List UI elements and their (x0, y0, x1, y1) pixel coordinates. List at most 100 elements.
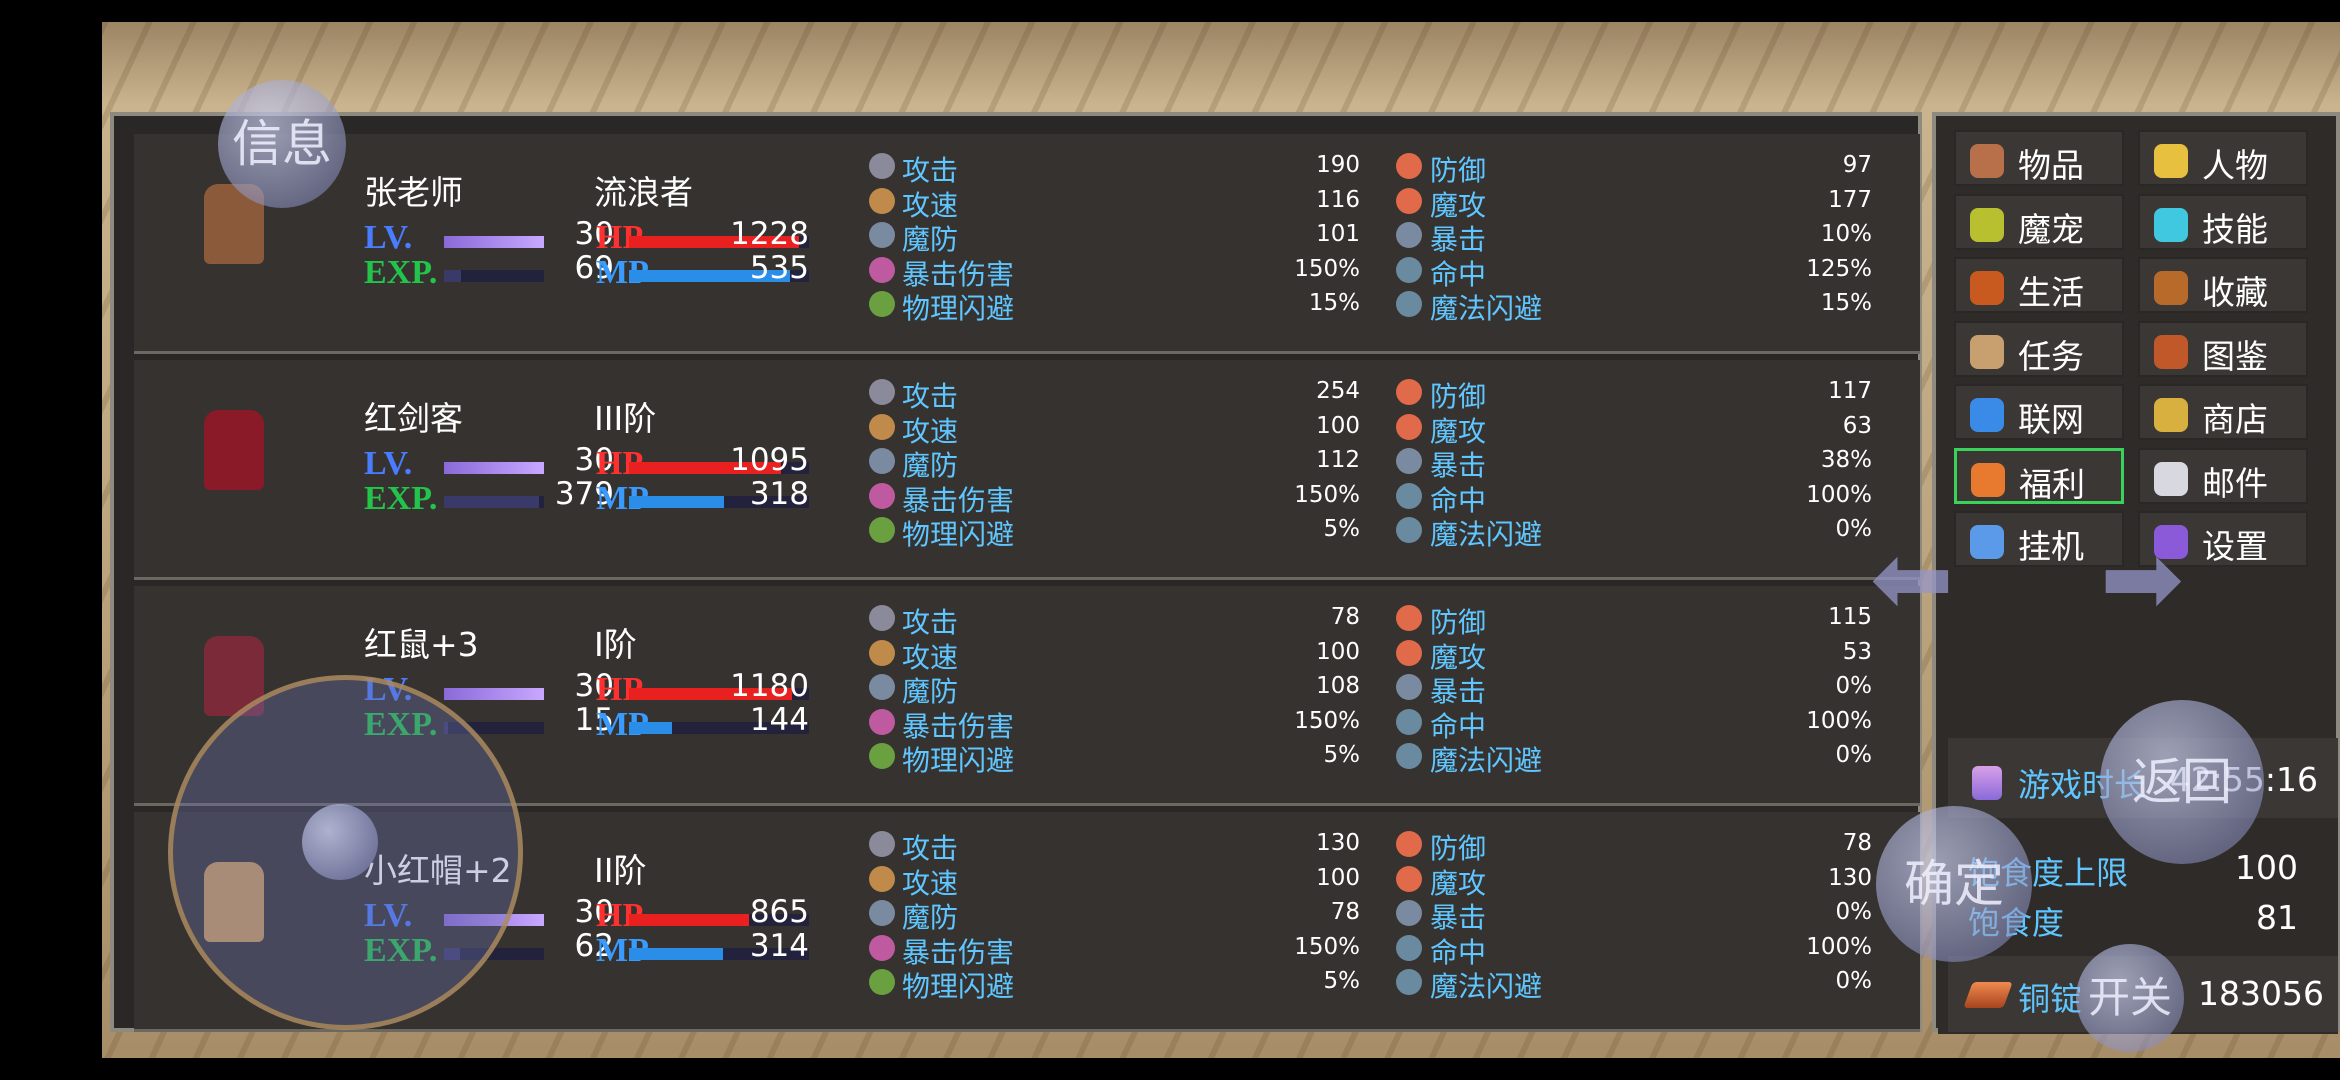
character-row[interactable]: 红剑客 III阶 LV. 30 EXP. 379 HP 1095 MP 318 攻击 254 攻速 100… (134, 360, 1920, 580)
stat-value-def: 78 (1842, 830, 1872, 856)
stat-value-mdef: 101 (1316, 221, 1360, 247)
mdef-icon (869, 448, 895, 474)
hit-icon (1396, 708, 1422, 735)
stat-value-aspd: 100 (1316, 638, 1360, 665)
scroll-icon (1970, 334, 2004, 369)
stat-value-pevade: 5% (1323, 516, 1361, 542)
menu-button-mail[interactable]: 邮件 (2138, 447, 2308, 504)
stat-value-matk: 130 (1828, 864, 1872, 891)
stat-value-crit: 0% (1835, 899, 1873, 925)
stat-value-hit: 100% (1806, 707, 1872, 734)
exp-label: EXP. (364, 480, 438, 517)
menu-button-helmet[interactable]: 人物 (2138, 130, 2308, 186)
book-icon (2154, 271, 2188, 305)
stat-value-aspd: 100 (1316, 412, 1360, 439)
atk-icon (869, 379, 895, 405)
stat-value-atk: 190 (1316, 152, 1360, 178)
stat-value-pevade: 15% (1308, 290, 1360, 316)
mdef-icon (869, 900, 895, 926)
menu-button-idle[interactable]: 挂机 (1954, 511, 2124, 567)
stat-label-pevade: 物理闪避 (902, 970, 1015, 1003)
back-button-label: 返回 (2132, 753, 2232, 811)
character-class: I阶 (594, 625, 637, 664)
character-name: 张老师 (364, 173, 463, 212)
info-button[interactable]: 信息 (218, 80, 346, 208)
mp-value: 318 (749, 476, 809, 512)
mevade-icon (1396, 969, 1422, 995)
stat-value-atk: 78 (1330, 604, 1360, 630)
stat-value-hit: 125% (1806, 255, 1872, 282)
hp-value: 865 (749, 894, 809, 930)
next-page-arrow[interactable]: ➡ (2100, 520, 2184, 637)
mp-bar-fill (629, 722, 673, 734)
matk-icon (1396, 639, 1422, 666)
menu-button-label: 物品 (2018, 146, 2084, 185)
exp-label: EXP. (364, 254, 438, 291)
stat-value-crit: 10% (1820, 221, 1872, 247)
stat-value-mdef: 112 (1316, 447, 1360, 473)
character-class: 流浪者 (594, 173, 693, 212)
prev-page-arrow[interactable]: ⬅ (1870, 520, 1954, 637)
character-portrait (204, 410, 264, 490)
stat-value-matk: 53 (1842, 638, 1872, 665)
stat-value-mevade: 0% (1835, 742, 1873, 768)
menu-button-label: 魔宠 (2018, 209, 2084, 249)
stat-value-critdmg: 150% (1294, 933, 1360, 960)
menu-button-label: 商店 (2202, 400, 2268, 439)
menu-button-egg[interactable]: 魔宠 (1954, 193, 2124, 250)
stat-value-crit: 38% (1820, 447, 1872, 473)
def-icon (1396, 605, 1422, 631)
mp-value: 535 (749, 250, 809, 286)
critdmg-icon (869, 934, 895, 961)
mp-value: 314 (749, 928, 809, 964)
mp-value: 144 (749, 702, 809, 738)
character-row[interactable]: 张老师 流浪者 LV. 30 EXP. 69 HP 1228 MP 535 攻击 190 攻速 116 魔防… (134, 134, 1920, 354)
back-button[interactable]: 返回 (2100, 700, 2264, 864)
stat-label-pevade: 物理闪避 (902, 744, 1015, 777)
hp-value: 1180 (730, 668, 809, 704)
lv-label: LV. (364, 445, 413, 482)
menu-button-shop[interactable]: 商店 (2138, 384, 2308, 440)
stat-label-pevade: 物理闪避 (902, 518, 1015, 551)
stat-label-mevade: 魔法闪避 (1430, 292, 1543, 325)
confirm-button[interactable]: 确定 (1876, 806, 2032, 962)
helmet-icon (2154, 144, 2188, 178)
stat-label-mevade: 魔法闪避 (1430, 518, 1543, 551)
def-icon (1396, 831, 1422, 857)
crit-icon (1396, 674, 1422, 700)
satiety-max-value: 100 (2235, 848, 2298, 887)
menu-button-label: 设置 (2202, 527, 2268, 566)
egg-icon (1970, 207, 2004, 242)
menu-button-book[interactable]: 收藏 (2138, 257, 2308, 313)
aspd-icon (869, 187, 895, 214)
copper-label: 铜锭 (2018, 980, 2083, 1018)
stat-value-mevade: 0% (1835, 516, 1873, 542)
matk-icon (1396, 187, 1422, 214)
menu-button-label: 生活 (2018, 273, 2084, 312)
stat-value-pevade: 5% (1323, 742, 1361, 768)
aspd-icon (869, 413, 895, 440)
menu-button-codex[interactable]: 图鉴 (2138, 320, 2308, 377)
critdmg-icon (869, 256, 895, 283)
menu-button-life[interactable]: 生活 (1954, 257, 2124, 313)
menu-button-scroll[interactable]: 任务 (1954, 320, 2124, 377)
def-icon (1396, 379, 1422, 405)
crit-icon (1396, 222, 1422, 248)
toggle-button[interactable]: 开关 (2076, 944, 2184, 1052)
hp-value: 1095 (730, 442, 809, 478)
copper-value: 183056 (2198, 974, 2324, 1013)
def-icon (1396, 153, 1422, 179)
pevade-icon (869, 743, 895, 769)
menu-button-computer[interactable]: 联网 (1954, 384, 2124, 440)
menu-button-label: 邮件 (2202, 463, 2268, 503)
stat-value-hit: 100% (1806, 481, 1872, 508)
atk-icon (869, 831, 895, 857)
mevade-icon (1396, 291, 1422, 317)
menu-button-bag[interactable]: 物品 (1954, 130, 2124, 186)
hit-icon (1396, 256, 1422, 283)
mdef-icon (869, 674, 895, 700)
menu-button-skill[interactable]: 技能 (2138, 193, 2308, 250)
joystick-knob[interactable] (302, 804, 378, 880)
menu-button-label: 收藏 (2202, 273, 2268, 312)
menu-button-chest[interactable]: 福利 (1954, 447, 2124, 504)
